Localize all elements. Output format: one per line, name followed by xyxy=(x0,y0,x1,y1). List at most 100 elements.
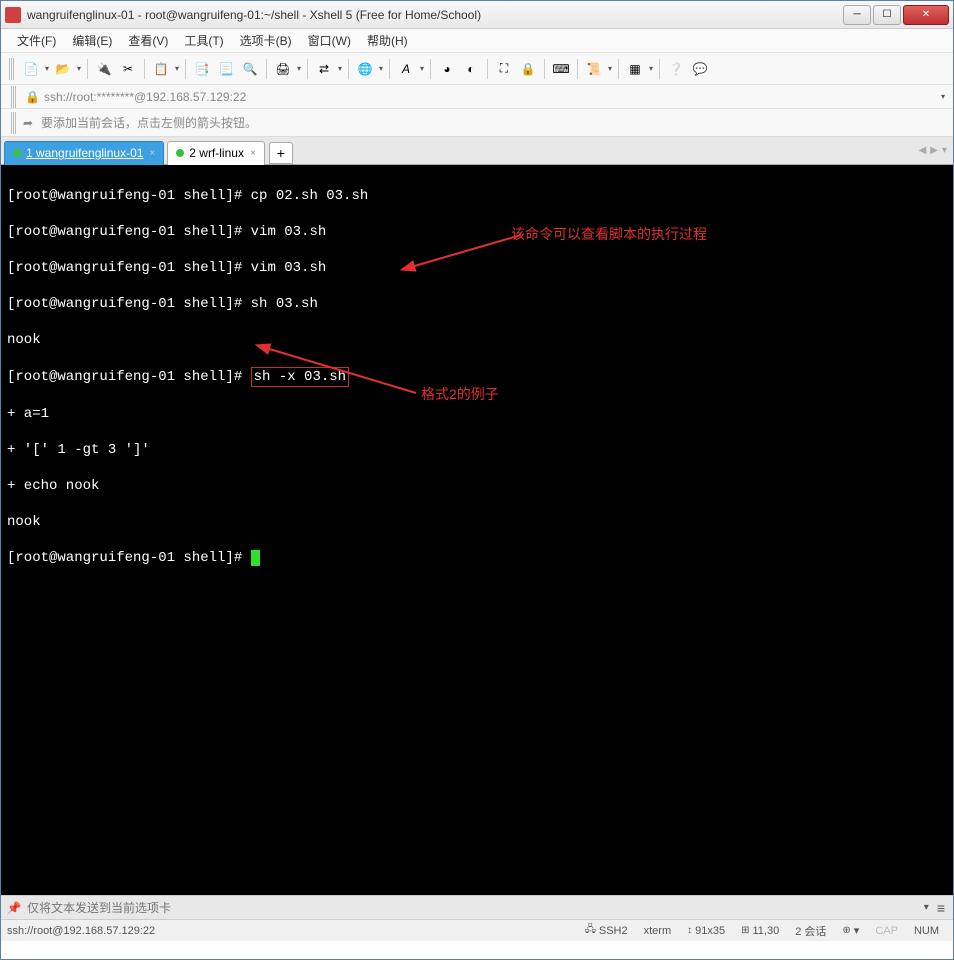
ssh-icon: 🖧 xyxy=(585,922,596,939)
status-term: xterm xyxy=(644,925,672,937)
layout-dropdown[interactable]: ▾ xyxy=(647,64,655,73)
titlebar: wangruifenglinux-01 - root@wangruifeng-0… xyxy=(1,1,953,29)
menu-tools[interactable]: 工具(T) xyxy=(176,30,231,51)
script-icon[interactable]: 📜 xyxy=(583,58,605,80)
tab-label: 1 wangruifenglinux-01 xyxy=(26,146,143,160)
print-dropdown[interactable]: ▾ xyxy=(295,64,303,73)
tabbar: 1 wangruifenglinux-01 × 2 wrf-linux × + … xyxy=(1,137,953,165)
close-button[interactable]: ✕ xyxy=(903,5,949,25)
terminal-line: [root@wangruifeng-01 shell]# cp 02.sh 03… xyxy=(7,187,929,205)
addressbar: 🔒 ssh://root:********@192.168.57.129:22 … xyxy=(1,85,953,109)
tab-close-icon[interactable]: × xyxy=(149,148,155,159)
lock-icon[interactable]: 🔒 xyxy=(517,58,539,80)
menu-window[interactable]: 窗口(W) xyxy=(300,30,359,51)
print-icon[interactable]: 🖨 xyxy=(272,58,294,80)
address-text[interactable]: ssh://root:********@192.168.57.129:22 xyxy=(44,90,246,104)
terminal-line: [root@wangruifeng-01 shell]# sh 03.sh xyxy=(7,295,929,313)
toolbar: 📄▾ 📂▾ 🔌 ✂ 📋▾ 📑 📃 🔍 🖨▾ ⇄▾ 🌐▾ A▾ ◕ ◐ ⛶ 🔒 ⌨… xyxy=(1,53,953,85)
status-sessions: 2 会话 xyxy=(795,923,826,939)
menu-edit[interactable]: 编辑(E) xyxy=(64,30,120,51)
address-dropdown[interactable]: ▾ xyxy=(939,92,947,101)
open-dropdown[interactable]: ▾ xyxy=(75,64,83,73)
status-menu-icon[interactable]: ⊕▾ xyxy=(842,924,859,937)
new-session-icon[interactable]: 📄 xyxy=(20,58,42,80)
input-dropdown[interactable]: ▾ xyxy=(920,902,933,913)
tab-label: 2 wrf-linux xyxy=(189,146,244,160)
status-dot-icon xyxy=(176,149,184,157)
menu-view[interactable]: 查看(V) xyxy=(120,30,176,51)
globe-dropdown[interactable]: ▾ xyxy=(377,64,385,73)
properties-dropdown[interactable]: ▾ xyxy=(173,64,181,73)
script-dropdown[interactable]: ▾ xyxy=(606,64,614,73)
size-icon: ↕ xyxy=(687,925,692,936)
tab-session-1[interactable]: 1 wangruifenglinux-01 × xyxy=(4,141,164,165)
status-size: ↕91x35 xyxy=(687,925,725,937)
info-text: 要添加当前会话，点击左侧的箭头按钮。 xyxy=(41,114,257,131)
menubar: 文件(F) 编辑(E) 查看(V) 工具(T) 选项卡(B) 窗口(W) 帮助(… xyxy=(1,29,953,53)
annotation-text-1: 该命令可以查看脚本的执行过程 xyxy=(511,225,707,243)
scroll-up-button[interactable] xyxy=(937,167,951,181)
properties-icon[interactable]: 📋 xyxy=(150,58,172,80)
terminal-line: + echo nook xyxy=(7,477,929,495)
fullscreen-icon[interactable]: ⛶ xyxy=(493,58,515,80)
status-address: ssh://root@192.168.57.129:22 xyxy=(7,925,577,937)
arrow-icon[interactable]: ➦ xyxy=(21,116,35,130)
transfer-dropdown[interactable]: ▾ xyxy=(336,64,344,73)
minimize-button[interactable]: ─ xyxy=(843,5,871,25)
theme-icon[interactable]: ◐ xyxy=(460,58,482,80)
tab-list-dropdown[interactable]: ▾ xyxy=(942,145,947,156)
keyboard-icon[interactable]: ⌨ xyxy=(550,58,572,80)
tab-next-icon[interactable]: ▶ xyxy=(930,145,938,156)
inputbar: 📌 ▾ ≡ xyxy=(1,895,953,919)
help-icon[interactable]: ❔ xyxy=(665,58,687,80)
terminal-line: [root@wangruifeng-01 shell]# xyxy=(7,549,929,567)
status-pos: ⊞11,30 xyxy=(741,925,779,937)
status-num: NUM xyxy=(914,925,939,937)
reconnect-icon[interactable]: 🔌 xyxy=(93,58,115,80)
find-icon[interactable]: 🔍 xyxy=(239,58,261,80)
paste-icon[interactable]: 📃 xyxy=(215,58,237,80)
tab-session-2[interactable]: 2 wrf-linux × xyxy=(167,141,265,165)
command-input[interactable] xyxy=(27,901,920,915)
open-icon[interactable]: 📂 xyxy=(52,58,74,80)
app-icon xyxy=(5,7,21,23)
menu-file[interactable]: 文件(F) xyxy=(9,30,64,51)
terminal-scrollbar[interactable] xyxy=(935,165,953,895)
cursor-icon xyxy=(251,550,260,566)
annotation-text-2: 格式2的例子 xyxy=(421,385,499,403)
infobar-grip[interactable] xyxy=(11,112,17,134)
maximize-button[interactable]: ☐ xyxy=(873,5,901,25)
status-ssh: 🖧SSH2 xyxy=(585,922,628,939)
layout-icon[interactable]: ▦ xyxy=(624,58,646,80)
terminal-line: [root@wangruifeng-01 shell]# sh -x 03.sh xyxy=(7,367,929,387)
tab-close-icon[interactable]: × xyxy=(250,148,256,159)
terminal-line: nook xyxy=(7,331,929,349)
tab-prev-icon[interactable]: ◀ xyxy=(919,145,927,156)
font-icon[interactable]: A xyxy=(395,58,417,80)
pin-icon[interactable]: 📌 xyxy=(5,899,23,917)
tab-add-button[interactable]: + xyxy=(269,142,293,164)
transfer-icon[interactable]: ⇄ xyxy=(313,58,335,80)
color-icon[interactable]: ◕ xyxy=(436,58,458,80)
terminal-line: [root@wangruifeng-01 shell]# vim 03.sh xyxy=(7,259,929,277)
chat-icon[interactable]: 💬 xyxy=(689,58,711,80)
menu-tabs[interactable]: 选项卡(B) xyxy=(232,30,300,51)
statusbar: ssh://root@192.168.57.129:22 🖧SSH2 xterm… xyxy=(1,919,953,941)
terminal-line: nook xyxy=(7,513,929,531)
terminal[interactable]: [root@wangruifeng-01 shell]# cp 02.sh 03… xyxy=(1,165,953,895)
addressbar-grip[interactable] xyxy=(11,86,17,108)
toolbar-grip[interactable] xyxy=(9,58,15,80)
new-session-dropdown[interactable]: ▾ xyxy=(43,64,51,73)
disconnect-icon[interactable]: ✂ xyxy=(117,58,139,80)
terminal-line: + a=1 xyxy=(7,405,929,423)
globe-icon[interactable]: 🌐 xyxy=(354,58,376,80)
menu-help[interactable]: 帮助(H) xyxy=(359,30,416,51)
font-dropdown[interactable]: ▾ xyxy=(418,64,426,73)
status-dot-icon xyxy=(13,149,21,157)
status-cap: CAP xyxy=(875,925,898,937)
terminal-line: + '[' 1 -gt 3 ']' xyxy=(7,441,929,459)
terminal-line: [root@wangruifeng-01 shell]# vim 03.sh xyxy=(7,223,929,241)
copy-icon[interactable]: 📑 xyxy=(191,58,213,80)
input-menu-icon[interactable]: ≡ xyxy=(933,900,949,916)
lock-status-icon: 🔒 xyxy=(25,90,40,104)
